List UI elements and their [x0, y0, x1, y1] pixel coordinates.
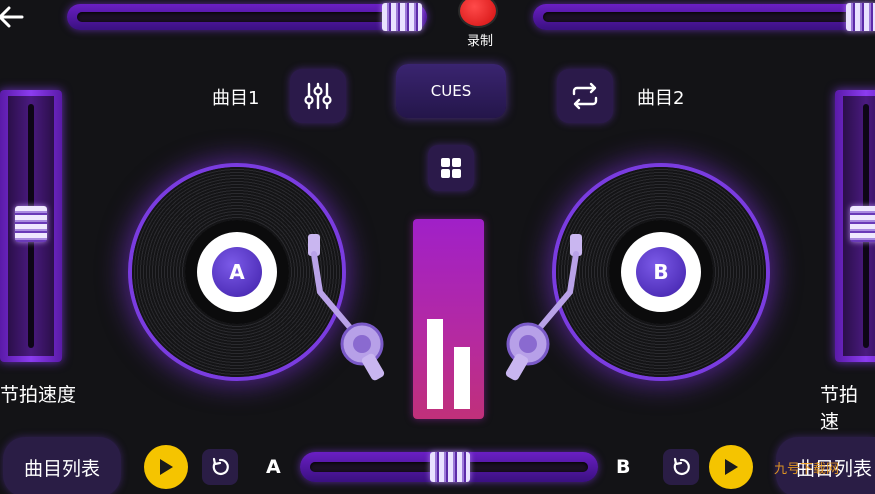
- repeat-icon: [572, 82, 598, 110]
- back-arrow-icon[interactable]: [0, 4, 26, 30]
- left-pitch-knob[interactable]: [15, 206, 47, 242]
- sliders-icon: [304, 82, 332, 110]
- deck-a-reset-button[interactable]: [202, 449, 238, 485]
- deck-b-tonearm-icon[interactable]: [502, 232, 592, 382]
- deck-a-play-button[interactable]: [144, 445, 188, 489]
- right-pitch-knob[interactable]: [850, 206, 875, 242]
- record-label: 录制: [466, 34, 493, 49]
- crossfader-handle[interactable]: [430, 452, 470, 482]
- grid-button[interactable]: [428, 145, 474, 191]
- equalizer-button[interactable]: [290, 69, 346, 123]
- right-top-fader-handle[interactable]: [846, 3, 875, 31]
- deck-a-label: A: [212, 247, 262, 297]
- right-tempo-label: 节拍速: [820, 384, 859, 433]
- crossfader-b-label: B: [616, 456, 631, 478]
- left-top-fader[interactable]: [67, 3, 427, 31]
- track1-label: 曲目1: [212, 88, 260, 109]
- left-pitch-slider[interactable]: [0, 90, 62, 362]
- track2-label: 曲目2: [637, 88, 685, 109]
- meter-bar-left: [427, 319, 443, 409]
- deck-b-reset-button[interactable]: [663, 449, 699, 485]
- playlist-left-button[interactable]: 曲目列表: [3, 437, 121, 494]
- crossfader[interactable]: [300, 452, 598, 482]
- rotate-ccw-icon: [212, 457, 229, 476]
- meter-bar-right: [454, 347, 470, 409]
- watermark: 九号下载网: [774, 462, 840, 477]
- play-icon: [160, 459, 173, 475]
- left-top-fader-handle[interactable]: [382, 3, 422, 31]
- grid-icon: [441, 158, 461, 178]
- repeat-button[interactable]: [557, 69, 613, 123]
- right-pitch-slider[interactable]: [835, 90, 875, 362]
- crossfader-a-label: A: [266, 456, 281, 478]
- right-top-fader[interactable]: [533, 3, 875, 31]
- volume-meter: [413, 219, 484, 419]
- cues-button[interactable]: CUES: [396, 64, 506, 118]
- deck-b-label: B: [636, 247, 686, 297]
- play-icon: [725, 459, 738, 475]
- deck-a-tonearm-icon[interactable]: [298, 232, 388, 382]
- left-tempo-label: 节拍速度: [0, 384, 77, 406]
- record-button[interactable]: [458, 0, 498, 28]
- rotate-ccw-icon: [673, 457, 690, 476]
- deck-b-play-button[interactable]: [709, 445, 753, 489]
